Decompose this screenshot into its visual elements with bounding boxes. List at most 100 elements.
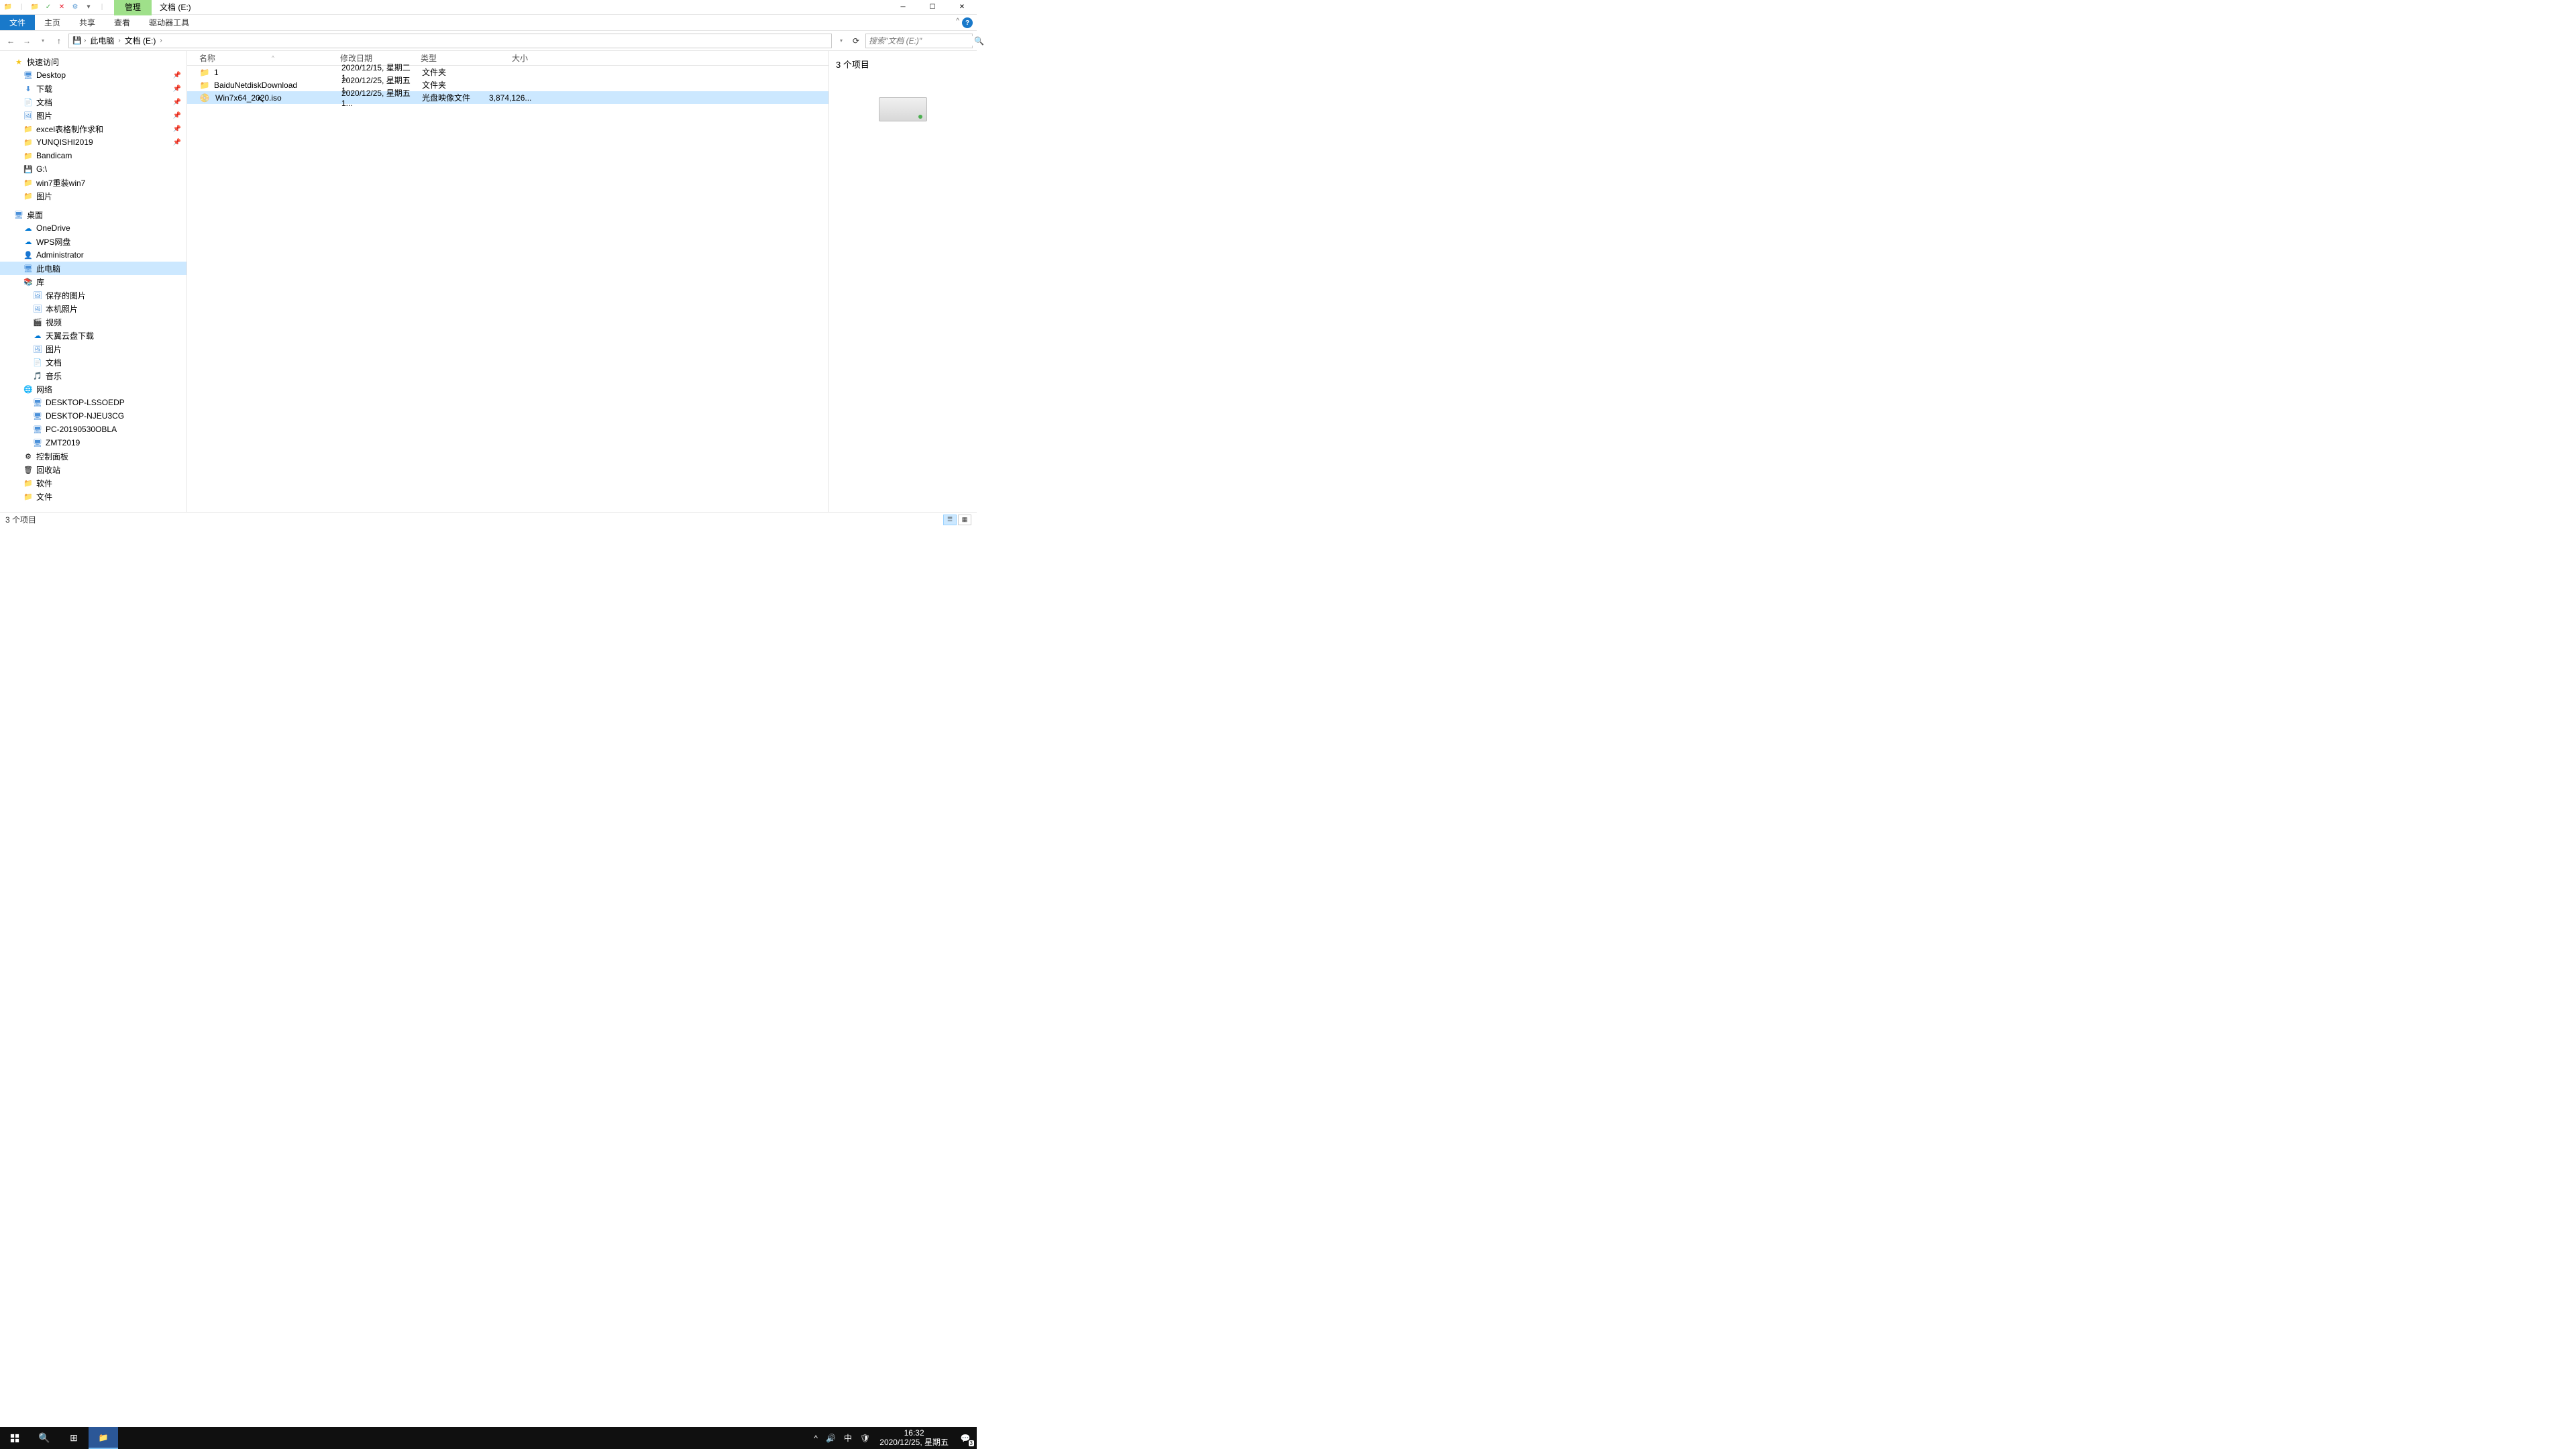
nav-recent-item[interactable]: 📁win7重装win7 <box>0 176 186 189</box>
nav-library-item[interactable]: 🖼本机照片 <box>0 302 186 315</box>
nav-recent-item[interactable]: 📁Bandicam <box>0 149 186 162</box>
preview-pane: 3 个项目 <box>829 51 977 512</box>
sort-asc-icon: ^ <box>272 55 274 61</box>
file-row[interactable]: 📁 1 2020/12/15, 星期二 1... 文件夹 <box>187 66 828 78</box>
breadcrumb-this-pc[interactable]: 此电脑 <box>87 35 117 46</box>
nav-recent-item[interactable]: 📁图片 <box>0 189 186 203</box>
column-name[interactable]: 名称^ <box>199 52 340 64</box>
chevron-right-icon[interactable]: › <box>84 37 86 44</box>
folder-icon: 📁 <box>23 123 34 134</box>
clock[interactable]: 16:32 2020/12/25, 星期五 <box>874 1429 954 1446</box>
search-button[interactable]: 🔍 <box>30 1427 59 1449</box>
back-button[interactable]: ← <box>4 34 17 48</box>
help-icon[interactable]: ? <box>962 17 973 28</box>
chevron-right-icon[interactable]: › <box>160 37 162 44</box>
nav-desktop-item[interactable]: ☁WPS网盘 <box>0 235 186 248</box>
nav-library-item[interactable]: 🖼图片 <box>0 342 186 356</box>
forward-button[interactable]: → <box>20 34 34 48</box>
nav-library-item[interactable]: 🎬视频 <box>0 315 186 329</box>
new-folder-icon[interactable]: 📁 <box>30 2 40 13</box>
nav-library-item[interactable]: 🎵音乐 <box>0 369 186 382</box>
start-button[interactable] <box>0 1427 30 1449</box>
tab-home[interactable]: 主页 <box>35 15 70 30</box>
nav-library[interactable]: 📚库 <box>0 275 186 288</box>
chevron-right-icon[interactable]: › <box>118 37 120 44</box>
details-view-button[interactable]: ☰ <box>943 515 957 525</box>
nav-library-item[interactable]: 📄文档 <box>0 356 186 369</box>
refresh-icon[interactable]: ⟳ <box>849 34 863 48</box>
minimize-button[interactable]: ─ <box>888 0 918 15</box>
checkmark-icon[interactable]: ✓ <box>43 2 54 13</box>
nav-library-item[interactable]: 🖼保存的图片 <box>0 288 186 302</box>
nav-desktop[interactable]: 🖥桌面 <box>0 208 186 221</box>
file-row[interactable]: 📁 BaiduNetdiskDownload 2020/12/25, 星期五 1… <box>187 78 828 91</box>
volume-icon[interactable]: 🔊 <box>822 1427 840 1449</box>
content-pane: 名称^ 修改日期 类型 大小 📁 1 2020/12/15, 星期二 1... … <box>186 51 829 512</box>
nav-pinned-item[interactable]: 📁YUNQISHI2019📌 <box>0 136 186 149</box>
gear-icon[interactable]: ⚙ <box>70 2 80 13</box>
nav-bottom-item[interactable]: 📁软件 <box>0 476 186 490</box>
search-icon[interactable]: 🔍 <box>974 36 984 46</box>
navigation-pane: ★ 快速访问 🖥Desktop📌 ⬇下载📌 📄文档📌 🖼图片📌 📁excel表格… <box>0 51 186 512</box>
nav-pinned-item[interactable]: 🖥Desktop📌 <box>0 68 186 82</box>
notification-badge: 3 <box>969 1440 974 1446</box>
nav-this-pc[interactable]: 🖥此电脑 <box>0 262 186 275</box>
ime-indicator[interactable]: 中 <box>840 1427 856 1449</box>
maximize-button[interactable]: ☐ <box>918 0 947 15</box>
nav-pinned-item[interactable]: ⬇下载📌 <box>0 82 186 95</box>
nav-network-item[interactable]: 🖥PC-20190530OBLA <box>0 423 186 436</box>
tab-drive-tools[interactable]: 驱动器工具 <box>140 15 199 30</box>
nav-bottom-item[interactable]: ⚙控制面板 <box>0 449 186 463</box>
address-dropdown-icon[interactable]: ▾ <box>835 34 848 48</box>
security-icon[interactable]: 🛡 <box>856 1427 874 1449</box>
pictures-icon: 🖼 <box>23 110 34 121</box>
column-size[interactable]: 大小 <box>488 52 528 64</box>
close-button[interactable]: ✕ <box>947 0 977 15</box>
tab-file[interactable]: 文件 <box>0 15 35 30</box>
quick-access-toolbar: 📁 | 📁 ✓ ✕ ⚙ ▾ | <box>0 2 110 13</box>
nav-recent-item[interactable]: 💾G:\ <box>0 162 186 176</box>
folder-icon: 📁 <box>23 478 34 488</box>
column-type[interactable]: 类型 <box>421 52 488 64</box>
nav-bottom-item[interactable]: 🗑回收站 <box>0 463 186 476</box>
breadcrumb-drive[interactable]: 文档 (E:) <box>122 35 159 46</box>
search-input[interactable] <box>869 36 974 46</box>
nav-pinned-item[interactable]: 📁excel表格制作求和📌 <box>0 122 186 136</box>
taskbar: 🔍 ⊞ 📁 ^ 🔊 中 🛡 16:32 2020/12/25, 星期五 💬3 <box>0 1427 977 1449</box>
close-x-icon[interactable]: ✕ <box>56 2 67 13</box>
qa-separator: | <box>16 2 27 13</box>
breadcrumb[interactable]: 💾 › 此电脑 › 文档 (E:) › <box>68 34 832 48</box>
tab-view[interactable]: 查看 <box>105 15 140 30</box>
folder-icon: 📁 <box>23 191 34 201</box>
documents-icon: 📄 <box>23 97 34 107</box>
nav-network-item[interactable]: 🖥DESKTOP-LSSOEDP <box>0 396 186 409</box>
icons-view-button[interactable]: ▦ <box>958 515 971 525</box>
nav-bottom-item[interactable]: 📁文件 <box>0 490 186 503</box>
tab-share[interactable]: 共享 <box>70 15 105 30</box>
tray-overflow-icon[interactable]: ^ <box>810 1427 822 1449</box>
nav-library-item[interactable]: ☁天翼云盘下载 <box>0 329 186 342</box>
nav-network-item[interactable]: 🖥DESKTOP-NJEU3CG <box>0 409 186 423</box>
explorer-taskbar-button[interactable]: 📁 <box>89 1427 118 1449</box>
wps-cloud-icon: ☁ <box>23 236 34 247</box>
task-view-button[interactable]: ⊞ <box>59 1427 89 1449</box>
search-box[interactable]: 🔍 <box>865 34 973 48</box>
file-row[interactable]: 📀 Win7x64_2020.iso 2020/12/25, 星期五 1... … <box>187 91 828 104</box>
clock-time: 16:32 <box>879 1429 949 1438</box>
nav-desktop-item[interactable]: 👤Administrator <box>0 248 186 262</box>
nav-network[interactable]: 🌐网络 <box>0 382 186 396</box>
title-area: 管理 文档 (E:) <box>110 0 199 15</box>
folder-icon: 📁 <box>23 137 34 148</box>
up-button[interactable]: ↑ <box>52 34 66 48</box>
ribbon-expand-icon[interactable]: ^ <box>956 17 959 28</box>
nav-network-item[interactable]: 🖥ZMT2019 <box>0 436 186 449</box>
nav-quick-access[interactable]: ★ 快速访问 <box>0 55 186 68</box>
nav-desktop-item[interactable]: ☁OneDrive <box>0 221 186 235</box>
nav-pinned-item[interactable]: 🖼图片📌 <box>0 109 186 122</box>
chevron-down-icon[interactable]: ▾ <box>83 2 94 13</box>
status-bar: 3 个项目 ☰ ▦ <box>0 512 977 527</box>
nav-pinned-item[interactable]: 📄文档📌 <box>0 95 186 109</box>
pin-icon: 📌 <box>173 139 181 146</box>
notification-center-icon[interactable]: 💬3 <box>954 1427 977 1449</box>
recent-dropdown-icon[interactable]: ▾ <box>36 34 50 48</box>
